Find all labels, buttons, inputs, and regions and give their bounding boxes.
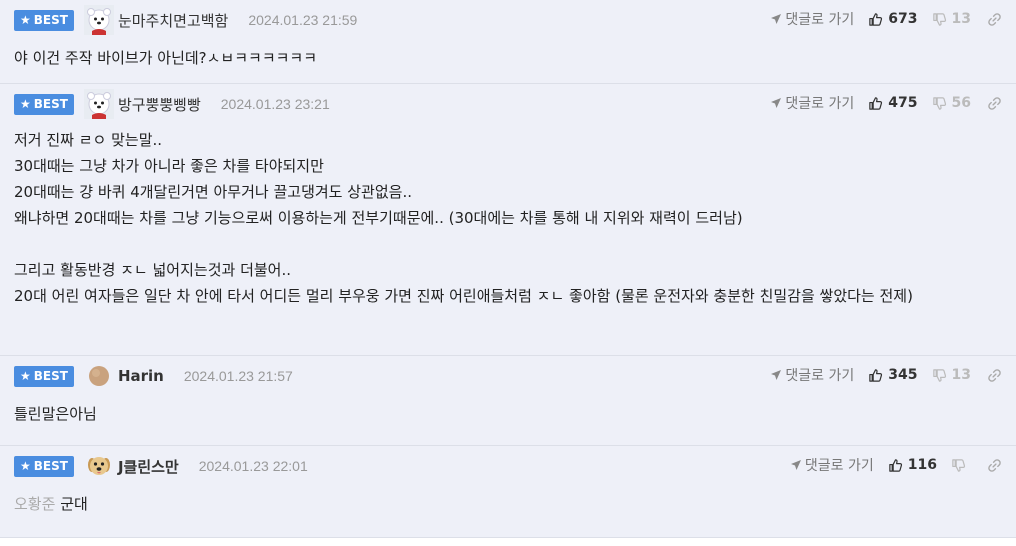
comment-actions: 댓글로 가기 116 (790, 454, 1002, 476)
link-icon (988, 12, 1001, 26)
comment-text: 틀린말은아님 (14, 405, 97, 423)
reply-arrow-icon (771, 98, 782, 108)
comment-actions: 댓글로 가기 673 13 (770, 8, 1002, 30)
thumbs-up-icon (869, 368, 883, 382)
downvote-button[interactable]: 56 (932, 95, 971, 111)
comment-item: ★ BEST 방구뿡뿡삥빵 2024.01.23 23:21 댓글로 가기 47… (0, 84, 1016, 356)
timestamp: 2024.01.23 23:21 (220, 96, 330, 112)
copy-link-button[interactable] (987, 368, 1002, 383)
comment-actions: 댓글로 가기 345 13 (770, 364, 1002, 386)
upvote-count: 345 (888, 367, 918, 383)
best-label: BEST (33, 369, 68, 383)
reply-label: 댓글로 가기 (785, 368, 855, 384)
thumbs-down-icon (932, 96, 946, 110)
mention-text[interactable]: 오황준 (14, 495, 55, 513)
link-icon (988, 96, 1001, 110)
timestamp: 2024.01.23 22:01 (198, 458, 308, 474)
upvote-button[interactable]: 475 (868, 95, 918, 111)
upvote-count: 475 (888, 95, 918, 111)
upvote-button[interactable]: 345 (868, 367, 918, 383)
best-label: BEST (33, 459, 68, 473)
comment-actions: 댓글로 가기 475 56 (770, 92, 1002, 114)
comment-text: 오황준 군대 (14, 491, 1002, 517)
thumbs-up-icon (889, 458, 902, 472)
comment-body-text: 군대 (60, 495, 88, 513)
copy-link-button[interactable] (987, 12, 1002, 27)
nickname[interactable]: Harin (118, 367, 164, 385)
upvote-count: 673 (888, 11, 918, 27)
avatar[interactable] (84, 451, 114, 481)
upvote-button[interactable]: 673 (868, 11, 918, 27)
downvote-count: 56 (951, 95, 971, 111)
comment-item: ★ BEST J클린스만 2024.01.23 22:01 댓글로 가기 116… (0, 446, 1016, 538)
timestamp: 2024.01.23 21:59 (248, 12, 358, 28)
reply-arrow-icon (771, 370, 782, 380)
downvote-button[interactable]: 13 (932, 11, 971, 27)
comment-item: ★BEST Harin 2024.01.23 21:57 댓글로 가기 345 (0, 356, 1016, 446)
nickname[interactable]: 눈마주치면고백함 (118, 10, 228, 31)
dog-icon (87, 457, 110, 475)
reply-label: 댓글로 가기 (785, 96, 855, 112)
avatar[interactable] (84, 361, 114, 391)
comment-text: 야 이건 주작 바이브가 아닌데?ㅅㅂㅋㅋㅋㅋㅋㅋ (14, 49, 318, 67)
downvote-button[interactable]: 13 (932, 367, 971, 383)
reply-link[interactable]: 댓글로 가기 (770, 93, 854, 113)
link-icon (988, 458, 1001, 472)
star-icon: ★ (20, 13, 31, 27)
thumbs-down-icon (932, 12, 946, 26)
best-badge: ★ BEST (14, 365, 74, 387)
comment-text: 저거 진짜 ㄹㅇ 맞는말.. 30대때는 그냥 차가 아니라 좋은 차를 타야되… (14, 131, 913, 305)
reply-label: 댓글로 가기 (804, 458, 874, 474)
thumbs-down-icon (932, 368, 946, 382)
upvote-button[interactable]: 116 (888, 457, 937, 473)
downvote-count: 13 (951, 11, 971, 27)
comment-list: ★ BEST 눈마주치면고백함 2024.01.23 21:59 댓글로 가기 … (0, 0, 1016, 538)
best-badge: ★ BEST (14, 455, 74, 477)
avatar[interactable] (83, 89, 114, 119)
copy-link-button[interactable] (987, 96, 1002, 111)
ball-icon (88, 366, 109, 386)
timestamp: 2024.01.23 21:57 (183, 368, 293, 384)
best-label: BEST (33, 97, 68, 111)
best-badge: ★ BEST (14, 9, 74, 31)
reply-label: 댓글로 가기 (785, 12, 855, 28)
best-badge: ★ BEST (14, 93, 74, 115)
star-icon: ★ (20, 369, 31, 383)
reply-link[interactable]: 댓글로 가기 (770, 9, 854, 29)
polar-bear-icon (83, 5, 114, 35)
downvote-button[interactable] (951, 458, 971, 473)
downvote-count: 13 (951, 367, 971, 383)
link-icon (988, 368, 1001, 382)
reply-link[interactable]: 댓글로 가기 (770, 365, 854, 385)
reply-link[interactable]: 댓글로 가기 (790, 455, 874, 475)
nickname[interactable]: 방구뿡뿡삥빵 (118, 94, 201, 115)
thumbs-up-icon (869, 96, 883, 110)
nickname[interactable]: J클린스만 (118, 456, 179, 477)
reply-arrow-icon (771, 14, 782, 24)
reply-arrow-icon (790, 460, 801, 470)
avatar[interactable] (83, 5, 114, 35)
polar-bear-icon (83, 89, 114, 119)
copy-link-button[interactable] (987, 458, 1002, 473)
upvote-count: 116 (907, 457, 937, 473)
thumbs-down-icon (952, 458, 966, 472)
star-icon: ★ (20, 97, 31, 111)
comment-item: ★ BEST 눈마주치면고백함 2024.01.23 21:59 댓글로 가기 … (0, 0, 1016, 84)
best-label: BEST (33, 13, 68, 27)
star-icon: ★ (20, 459, 31, 473)
thumbs-up-icon (869, 12, 883, 26)
